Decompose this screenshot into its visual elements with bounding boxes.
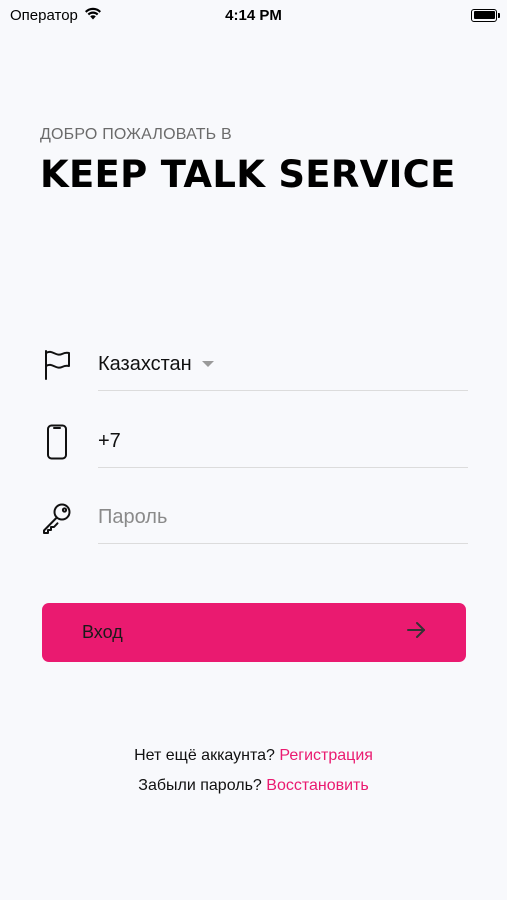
chevron-down-icon — [201, 360, 214, 367]
forgot-text: Забыли пароль? — [138, 777, 262, 794]
country-row: Казахстан — [40, 339, 468, 399]
wifi-icon — [84, 7, 102, 24]
flag-icon — [40, 347, 74, 383]
country-select[interactable]: Казахстан — [98, 339, 468, 391]
register-line: Нет ещё аккаунта? Регистрация — [0, 747, 507, 765]
restore-line: Забыли пароль? Восстановить — [0, 777, 507, 795]
phone-row: +7 — [40, 416, 468, 476]
login-button[interactable]: Вход — [42, 603, 466, 662]
no-account-text: Нет ещё аккаунта? — [134, 747, 275, 764]
key-icon — [40, 500, 74, 536]
welcome-text: ДОБРО ПОЖАЛОВАТЬ В — [40, 126, 232, 143]
brand-title: KEEP TALK SERVICE — [40, 153, 456, 196]
smartphone-icon — [40, 424, 74, 460]
phone-value: +7 — [98, 430, 121, 452]
status-bar: Оператор 4:14 PM — [0, 0, 507, 30]
login-button-label: Вход — [82, 622, 123, 642]
status-left: Оператор — [10, 7, 102, 24]
password-row: Пароль — [40, 492, 468, 552]
password-placeholder: Пароль — [98, 506, 168, 528]
carrier-label: Оператор — [10, 6, 78, 24]
battery-icon — [471, 8, 500, 22]
register-link[interactable]: Регистрация — [279, 747, 373, 764]
arrow-right-icon — [406, 621, 426, 644]
restore-link[interactable]: Восстановить — [266, 777, 368, 794]
phone-input[interactable]: +7 — [98, 416, 468, 468]
password-input[interactable]: Пароль — [98, 492, 468, 544]
country-value: Казахстан — [98, 353, 192, 375]
